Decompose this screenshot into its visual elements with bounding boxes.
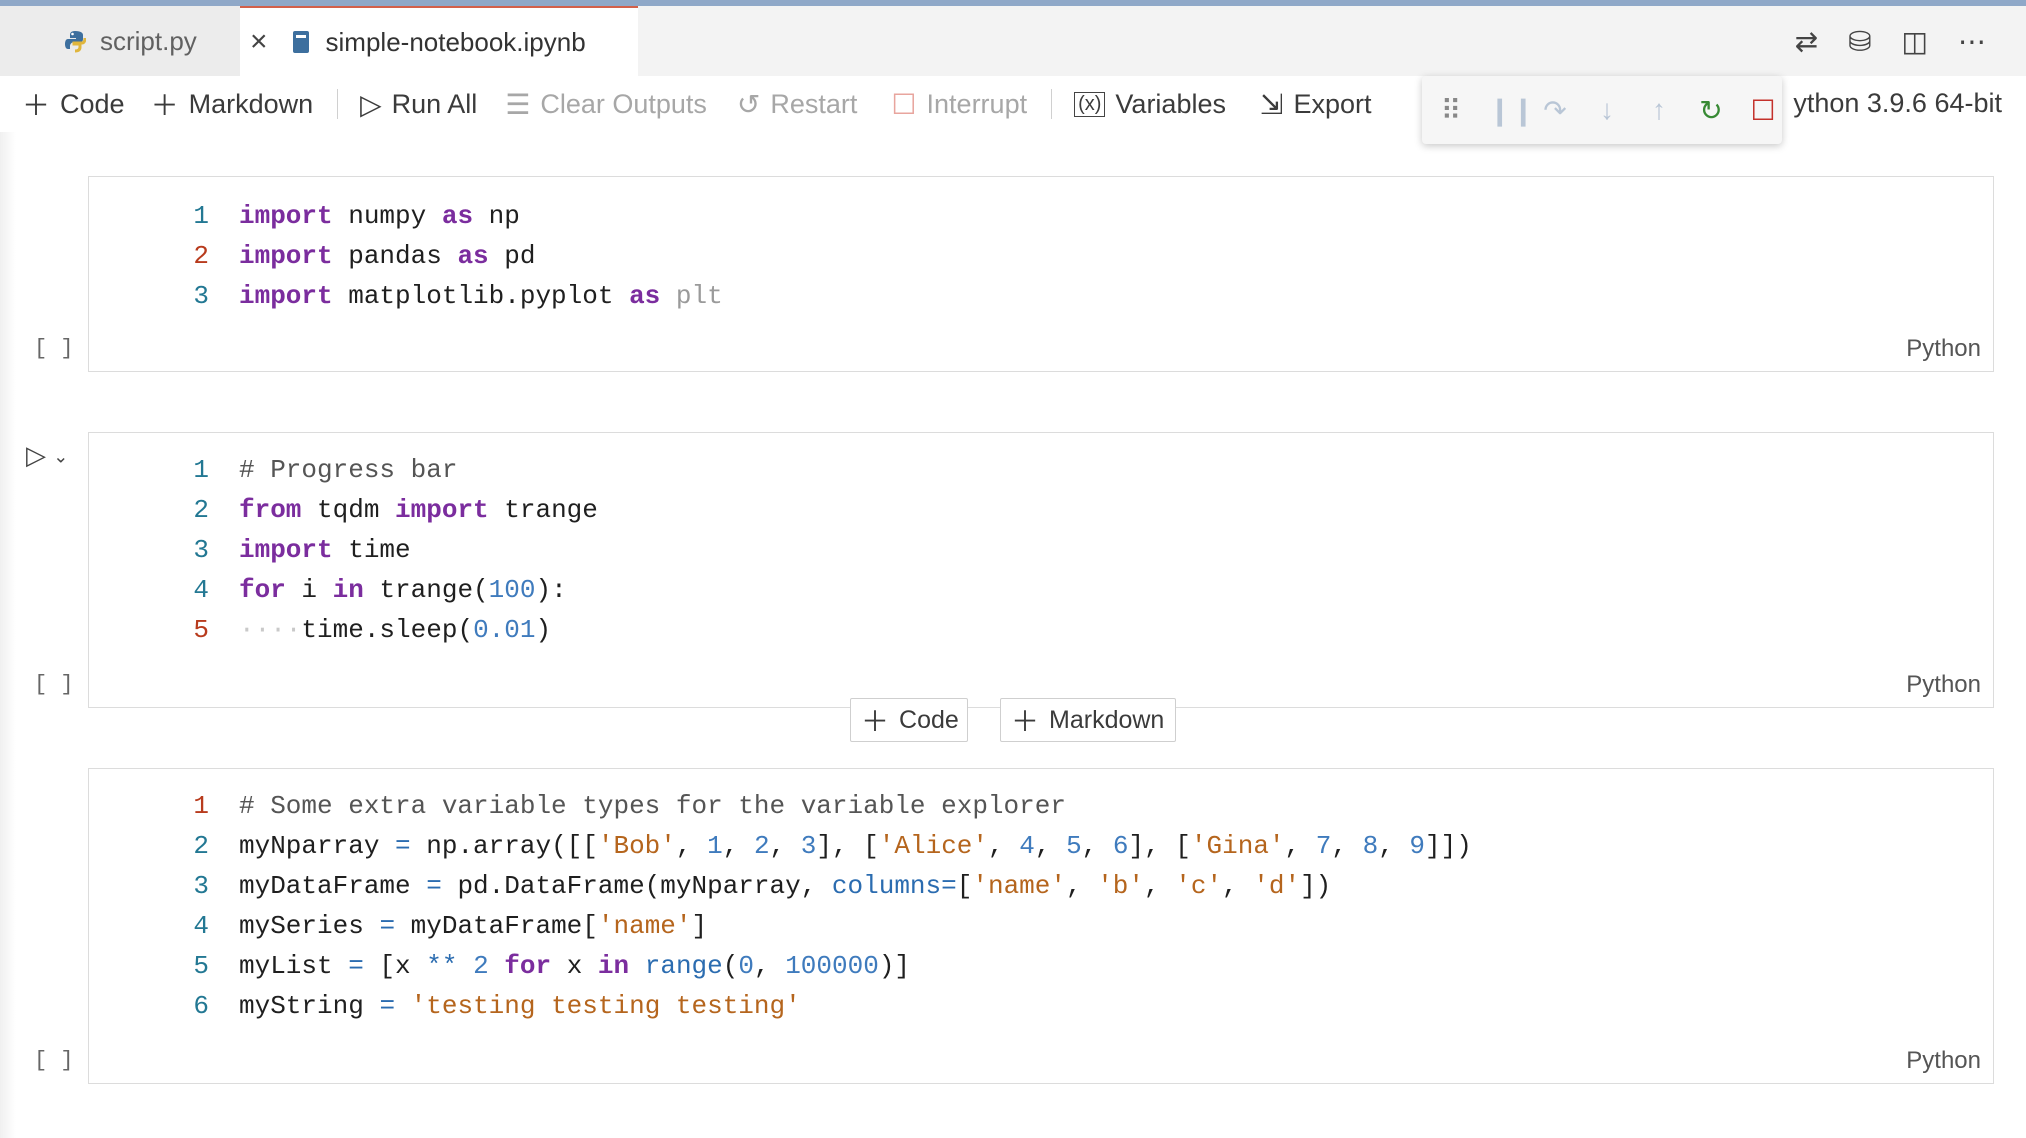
export-button[interactable]: ⇲ Export [1260,88,1372,121]
code-cell[interactable]: 1 # Progress bar 2 from tqdm import trange… [88,432,1994,708]
code-line[interactable]: from tqdm import trange [239,495,598,525]
clear-outputs-button[interactable]: ☰ Clear Outputs [505,88,707,121]
code-line[interactable]: for i in trange(100): [239,575,567,605]
close-icon[interactable]: × [250,25,268,59]
code-line[interactable]: myList = [x ** 2 for x in range(0, 10000… [239,951,910,981]
tab-script-py[interactable]: script.py [0,6,240,76]
line-number: 1 [193,201,209,231]
tab-label: simple-notebook.ipynb [325,26,586,57]
toolbar-separator [1051,89,1053,119]
run-all-button[interactable]: ▷ Run All [360,88,477,121]
code-line[interactable]: import matplotlib.pyplot as plt [239,281,723,311]
database-icon[interactable]: ⛁ [1848,25,1871,58]
plus-icon: ＋ [861,706,890,737]
code-line[interactable]: myString = 'testing testing testing' [239,991,801,1021]
line-number: 3 [193,535,209,565]
insert-code-cell-button[interactable]: ＋ Code [850,698,968,742]
insert-markdown-label: Markdown [1049,705,1165,734]
cell-language[interactable]: Python [1906,335,1981,363]
scroll-shadow [0,132,16,1138]
line-number: 3 [193,281,209,311]
code-line[interactable]: import time [239,535,411,565]
code-line[interactable]: mySeries = myDataFrame['name'] [239,911,707,941]
code-line[interactable]: # Progress bar [239,455,457,485]
code-line[interactable]: import numpy as np [239,201,520,231]
line-number: 5 [193,615,209,645]
step-over-icon[interactable]: ↷ [1540,94,1570,127]
restart-label: Restart [770,88,858,119]
line-number: 4 [193,911,209,941]
stop-icon: ☐ [891,88,917,120]
restart-debug-icon[interactable]: ↻ [1696,94,1726,127]
line-number: 2 [193,831,209,861]
code-line[interactable]: ····time.sleep(0.01) [239,615,551,645]
compare-changes-icon[interactable]: ⇄ [1795,25,1818,58]
chevron-down-icon[interactable]: ⌄ [53,447,68,467]
more-actions-icon[interactable]: ⋯ [1958,25,1986,58]
toolbar-separator [337,89,339,119]
notebook-file-icon [292,31,309,53]
step-into-icon[interactable]: ↓ [1592,94,1622,126]
line-number: 4 [193,575,209,605]
add-code-label: Code [60,88,125,119]
editor-actions: ⇄ ⛁ ◫ ⋯ [1795,6,1986,76]
drag-handle-icon[interactable]: ⠿ [1436,94,1466,127]
debug-toolbar: ⠿ ❙❙ ↷ ↓ ↑ ↻ ☐ [1422,76,1782,144]
variables-button[interactable]: (x) Variables [1074,89,1226,120]
line-number: 6 [193,991,209,1021]
cell-language[interactable]: Python [1906,671,1981,699]
execution-count: [ ] [34,672,74,697]
stop-debug-icon[interactable]: ☐ [1748,94,1778,127]
line-number: 3 [193,871,209,901]
cell-language[interactable]: Python [1906,1047,1981,1075]
clear-outputs-label: Clear Outputs [540,88,707,119]
code-cell[interactable]: 1 import numpy as np 2 import pandas as pd… [88,176,1994,372]
variables-icon: (x) [1074,91,1106,117]
variables-label: Variables [1115,88,1226,119]
tab-simple-notebook[interactable]: × simple-notebook.ipynb [240,6,638,76]
plus-icon: ＋ [1011,706,1040,737]
pause-icon[interactable]: ❙❙ [1488,94,1535,127]
plus-icon: ＋ [22,90,51,121]
export-icon: ⇲ [1259,88,1284,120]
insert-code-label: Code [899,705,959,734]
execution-count: [ ] [34,336,74,361]
code-line[interactable]: import pandas as pd [239,241,535,271]
kernel-picker[interactable]: ython 3.9.6 64-bit [1793,88,2002,119]
line-number: 2 [193,495,209,525]
line-number: 1 [193,455,209,485]
restart-icon: ↺ [736,88,761,120]
run-all-label: Run All [391,88,478,119]
add-markdown-label: Markdown [188,88,314,119]
run-all-icon: ▷ [360,88,382,120]
play-icon: ▷ [26,440,46,470]
tab-label: script.py [100,25,197,56]
line-number: 2 [193,241,209,271]
export-label: Export [1293,88,1372,119]
python-file-icon [65,31,86,53]
execution-count: [ ] [34,1048,74,1073]
plus-icon: ＋ [150,90,179,121]
code-line[interactable]: myDataFrame = pd.DataFrame(myNparray, co… [239,871,1331,901]
restart-button[interactable]: ↺ Restart [737,88,858,121]
code-line[interactable]: # Some extra variable types for the vari… [239,791,1066,821]
interrupt-label: Interrupt [926,88,1028,119]
add-markdown-button[interactable]: ＋ Markdown [151,84,314,124]
interrupt-button[interactable]: ☐ Interrupt [891,88,1027,121]
line-number: 5 [193,951,209,981]
add-code-button[interactable]: ＋ Code [22,84,125,124]
insert-markdown-cell-button[interactable]: ＋ Markdown [1000,698,1176,742]
split-editor-icon[interactable]: ◫ [1902,25,1928,58]
step-out-icon[interactable]: ↑ [1644,94,1674,126]
code-line[interactable]: myNparray = np.array([['Bob', 1, 2, 3], … [239,831,1472,861]
tab-strip: script.py × simple-notebook.ipynb [0,6,2026,76]
run-cell-button[interactable]: ▷ ⌄ [26,440,68,471]
line-number: 1 [193,791,209,821]
code-cell[interactable]: 1 # Some extra variable types for the var… [88,768,1994,1084]
clear-outputs-icon: ☰ [505,88,531,120]
